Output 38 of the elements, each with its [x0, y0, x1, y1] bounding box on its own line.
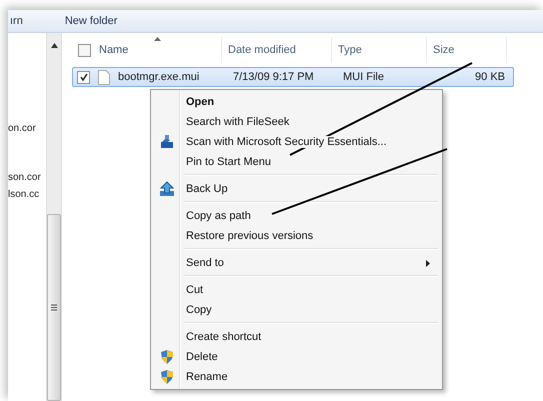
scrollbar[interactable] [46, 33, 62, 401]
menu-item[interactable]: Back Up [186, 183, 228, 195]
menu-item[interactable]: Delete [186, 351, 218, 363]
menu-item[interactable]: Rename [186, 371, 228, 383]
menu-item[interactable]: Restore previous versions [186, 230, 314, 242]
scanner-icon [159, 134, 175, 150]
toolbar-item[interactable]: New folder [64, 15, 118, 27]
shield-icon [159, 349, 175, 365]
file-name: bootmgr.exe.mui [117, 71, 200, 83]
menu-item[interactable]: Open [186, 96, 214, 108]
sort-icon [154, 37, 161, 41]
menu-item[interactable]: Search with FileSeek [186, 116, 290, 128]
size-cell-text: 90 KB [474, 71, 506, 83]
row-checkbox[interactable] [77, 70, 90, 84]
menu-item[interactable]: Copy [186, 304, 212, 316]
nav-item[interactable]: on.cor [8, 123, 46, 134]
column-header[interactable]: Type [338, 44, 362, 56]
menu-item[interactable]: Pin to Start Menu [186, 156, 271, 168]
scroll-up-icon[interactable] [50, 43, 58, 48]
up-arrow-icon [159, 181, 175, 197]
grip-icon [51, 304, 57, 311]
shield-icon [159, 369, 175, 385]
toolbar-item[interactable]: ırn [10, 15, 23, 27]
date-cell-text: 7/13/09 9:17 PM [232, 71, 315, 83]
menu-item[interactable]: Scan with Microsoft Security Essentials... [186, 136, 387, 148]
nav-item[interactable]: son.cor [8, 172, 46, 183]
select-all-checkbox[interactable] [78, 44, 91, 56]
column-header[interactable]: Size [433, 44, 454, 56]
file-row[interactable]: bootmgr.exe.mui 7/13/09 9:17 PM MUI File 90 KB [72, 67, 514, 87]
nav-item[interactable]: lson.cc [8, 189, 46, 200]
menu-item[interactable]: Cut [186, 284, 204, 296]
file-icon [98, 70, 110, 84]
type-cell-text: MUI File [342, 71, 385, 83]
menu-item[interactable]: Create shortcut [186, 331, 262, 343]
column-header[interactable]: Name [99, 44, 128, 56]
column-header[interactable]: Date modified [228, 44, 296, 56]
menu-item[interactable]: Send to [186, 257, 224, 269]
menu-item[interactable]: Copy as path [186, 210, 251, 222]
